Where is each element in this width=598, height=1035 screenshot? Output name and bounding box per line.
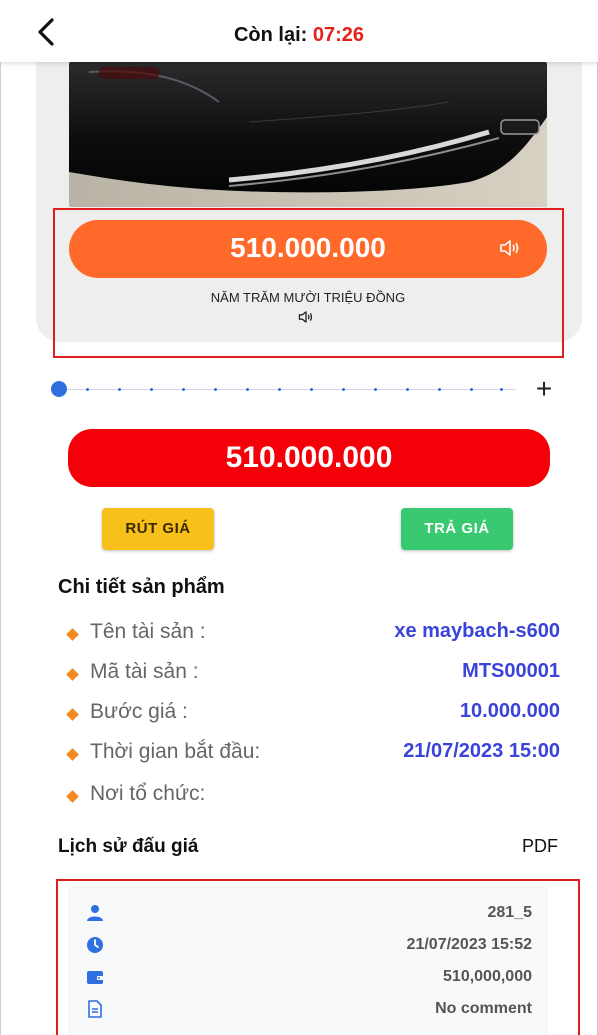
slider-tick	[500, 388, 503, 391]
countdown-title: Còn lại: 07:26	[0, 24, 598, 47]
slider-tick	[214, 388, 217, 391]
plus-icon[interactable]: +	[530, 375, 558, 403]
detail-value: 21/07/2023 15:00	[403, 740, 560, 762]
detail-row-venue: Nơi tổ chức:	[66, 782, 560, 812]
countdown-label: Còn lại:	[233, 24, 308, 46]
countdown-time: 07:26	[312, 24, 365, 46]
bullet-diamond-icon	[66, 628, 79, 641]
detail-label: Thời gian bắt đầu:	[90, 740, 261, 763]
detail-label: Tên tài sản :	[90, 620, 206, 643]
detail-value: xe maybach-s600	[394, 620, 560, 642]
slider-tick	[118, 388, 121, 391]
slider-tick	[470, 388, 473, 391]
slider-tick	[310, 388, 313, 391]
detail-label: Bước giá :	[90, 700, 188, 723]
place-bid-button[interactable]: TRẢ GIÁ	[401, 508, 513, 550]
slider-tick	[182, 388, 185, 391]
detail-label: Mã tài sản :	[90, 660, 199, 683]
bullet-diamond-icon	[66, 668, 79, 681]
top-bar: Còn lại: 07:26	[0, 0, 598, 62]
bid-amount-button[interactable]: 510.000.000	[68, 429, 550, 487]
slider-tick	[86, 388, 89, 391]
slider-tick	[278, 388, 281, 391]
withdraw-bid-button[interactable]: RÚT GIÁ	[102, 508, 214, 550]
bid-slider-track[interactable]	[58, 389, 516, 390]
detail-label: Nơi tổ chức:	[90, 782, 206, 805]
detail-row-step: Bước giá : 10.000.000	[66, 700, 560, 730]
detail-row-name: Tên tài sản : xe maybach-s600	[66, 620, 560, 650]
detail-value: 10.000.000	[459, 700, 560, 722]
slider-tick	[438, 388, 441, 391]
highlight-box	[56, 879, 580, 1035]
car-image	[69, 62, 547, 207]
bullet-diamond-icon	[66, 748, 79, 761]
details-title: Chi tiết sản phẩm	[58, 576, 225, 598]
slider-tick	[246, 388, 249, 391]
detail-row-code: Mã tài sản : MTS00001	[66, 660, 560, 690]
slider-tick	[342, 388, 345, 391]
detail-value: MTS00001	[462, 660, 560, 682]
highlight-box	[53, 208, 564, 358]
bid-slider-knob[interactable]	[51, 381, 67, 397]
detail-row-start-time: Thời gian bắt đầu: 21/07/2023 15:00	[66, 740, 560, 770]
history-title: Lịch sử đấu giá	[58, 836, 199, 857]
bullet-diamond-icon	[66, 790, 79, 803]
slider-tick	[374, 388, 377, 391]
slider-tick	[150, 388, 153, 391]
pdf-link[interactable]: PDF	[522, 836, 558, 857]
bullet-diamond-icon	[66, 708, 79, 721]
slider-tick	[406, 388, 409, 391]
